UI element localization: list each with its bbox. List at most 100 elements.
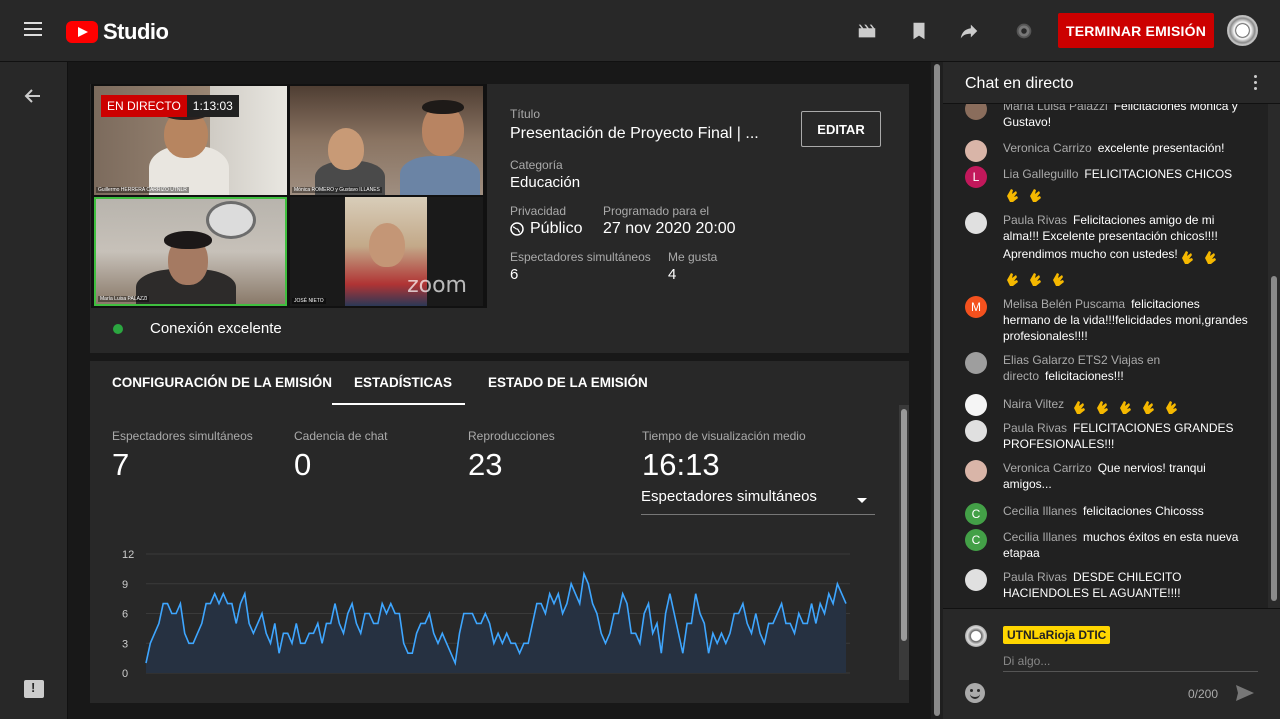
chat-message[interactable]: Veronica Carrizo excelente presentación! <box>965 140 1250 162</box>
wall-clock <box>206 201 256 239</box>
clapping-hands-icon <box>1007 189 1018 202</box>
chat-author[interactable]: Veronica Carrizo <box>1003 141 1092 155</box>
participant-face <box>369 223 405 267</box>
viewers-chart: 12 9 6 3 0 <box>122 549 850 680</box>
privacy-value: Público <box>530 220 583 237</box>
chat-message[interactable]: Veronica Carrizo Que nervios! tranqui ami… <box>965 460 1250 492</box>
chat-author[interactable]: Cecilia Illanes <box>1003 504 1077 518</box>
clapping-hands-icon <box>1097 401 1109 414</box>
chat-message[interactable]: L Lia Galleguillo FELICITACIONES CHICOS <box>965 166 1250 204</box>
chat-author[interactable]: Lia Galleguillo <box>1003 167 1078 181</box>
active-tab-indicator <box>332 403 465 405</box>
chat-author[interactable]: Paula Rivas <box>1003 570 1067 584</box>
participant-hair <box>422 100 464 114</box>
clapping-hands-icon <box>1120 401 1132 414</box>
metric-select[interactable]: Espectadores simultáneos <box>641 488 875 515</box>
more-vert-icon[interactable] <box>1254 75 1258 91</box>
emoji-icon[interactable] <box>965 683 985 703</box>
chat-text: felicitaciones Chicosss <box>1083 504 1204 518</box>
chat-avatar[interactable] <box>965 460 987 482</box>
studio-logo[interactable]: Studio <box>66 19 169 45</box>
live-badge: EN DIRECTO 1:13:03 <box>101 95 239 117</box>
stats-scrollbar[interactable] <box>899 405 909 680</box>
chat-message[interactable]: Paula Rivas DESDE CHILECITO HACIENDOLES E… <box>965 569 1250 601</box>
chat-title: Chat en directo <box>965 75 1074 92</box>
chat-avatar[interactable] <box>965 569 987 591</box>
send-icon[interactable] <box>1235 684 1255 702</box>
stream-title: Presentación de Proyecto Final | ... <box>510 125 759 142</box>
chat-avatar[interactable]: L <box>965 166 987 188</box>
chat-message[interactable]: C Cecilia Illanes felicitaciones Chicosss <box>965 503 1250 525</box>
tab-statistics[interactable]: ESTADÍSTICAS <box>354 375 452 390</box>
chat-author[interactable]: Naira Viltez <box>1003 397 1064 411</box>
share-icon[interactable] <box>958 20 980 42</box>
tile-name: Mónica ROMERO y Gustavo ILLANES <box>292 187 382 193</box>
scheduled-value: 27 nov 2020 20:00 <box>603 220 736 237</box>
stat-label: Cadencia de chat <box>294 429 388 443</box>
menu-icon[interactable] <box>24 22 42 36</box>
scrollbar-thumb[interactable] <box>1271 276 1277 601</box>
title-label: Título <box>510 107 541 121</box>
likes-value: 4 <box>668 266 677 283</box>
chat-message[interactable]: Paula Rivas Felicitaciones amigo de mi al… <box>965 212 1250 288</box>
viewers-value: 6 <box>510 266 519 283</box>
chat-message-content: Cecilia Illanes felicitaciones Chicosss <box>1003 503 1250 519</box>
stat-views: Reproducciones 23 <box>468 429 555 483</box>
clapping-hands-icon <box>1143 401 1155 414</box>
scrollbar-thumb[interactable] <box>901 409 907 641</box>
chat-avatar[interactable]: C <box>965 503 987 525</box>
chat-message-content: Veronica Carrizo excelente presentación! <box>1003 140 1250 156</box>
chat-author[interactable]: Melisa Belén Puscama <box>1003 297 1125 311</box>
feedback-icon[interactable] <box>24 680 44 698</box>
chat-input-area: UTNLaRioja DTIC 0/200 <box>943 608 1280 719</box>
chat-avatar[interactable]: M <box>965 296 987 318</box>
end-stream-button[interactable]: TERMINAR EMISIÓN <box>1058 13 1214 48</box>
chat-avatar[interactable] <box>965 420 987 442</box>
chat-author[interactable]: María Luisa Palazzi <box>1003 104 1108 113</box>
chat-message[interactable]: C Cecilia Illanes muchos éxitos en esta nu… <box>965 529 1250 561</box>
chat-message-content: Melisa Belén Puscama felicitaciones herma… <box>1003 296 1250 344</box>
page-scrollbar[interactable] <box>931 62 943 719</box>
chat-avatar[interactable] <box>965 212 987 234</box>
stat-label: Espectadores simultáneos <box>112 429 253 443</box>
chat-avatar[interactable] <box>965 140 987 162</box>
clapperboard-icon[interactable] <box>856 20 878 42</box>
chat-message-content: María Luisa Palazzi Felicitaciones Mónica… <box>1003 104 1250 130</box>
chevron-down-icon <box>857 498 867 503</box>
clapping-hands-icon <box>1204 251 1216 264</box>
tab-settings[interactable]: CONFIGURACIÓN DE LA EMISIÓN <box>112 375 332 390</box>
video-tile: zoom JOSÉ NIETO <box>290 197 483 306</box>
chat-message[interactable]: Paula Rivas FELICITACIONES GRANDES PROFES… <box>965 420 1250 452</box>
tile-name: Guillermo HERRERA CARRIZO UTNLR <box>96 187 189 193</box>
chat-avatar[interactable] <box>965 394 987 416</box>
my-avatar <box>965 625 987 647</box>
chat-message[interactable]: Naira Viltez <box>965 394 1250 416</box>
chat-author[interactable]: Cecilia Illanes <box>1003 530 1077 544</box>
account-avatar[interactable] <box>1227 15 1258 46</box>
bookmark-icon[interactable] <box>908 20 930 42</box>
chat-message[interactable]: María Luisa Palazzi Felicitaciones Mónica… <box>965 104 1250 130</box>
gear-icon[interactable] <box>1013 20 1035 42</box>
chat-message-input[interactable] <box>1003 650 1258 672</box>
chat-avatar[interactable] <box>965 104 987 120</box>
back-arrow-icon[interactable] <box>23 86 43 106</box>
tab-status[interactable]: ESTADO DE LA EMISIÓN <box>488 375 648 390</box>
chat-header: Chat en directo <box>943 62 1280 104</box>
likes-label: Me gusta <box>668 250 718 264</box>
chat-message[interactable]: M Melisa Belén Puscama felicitaciones herm… <box>965 296 1250 344</box>
chat-text: excelente presentación! <box>1097 141 1225 155</box>
chat-scrollbar[interactable] <box>1268 104 1280 608</box>
chat-author[interactable]: Veronica Carrizo <box>1003 461 1092 475</box>
video-tile: Mónica ROMERO y Gustavo ILLANES <box>290 86 483 195</box>
y-tick-label: 6 <box>122 609 128 621</box>
chat-message[interactable]: Elias Galarzo ETS2 Viajas en directo feli… <box>965 352 1250 384</box>
scrollbar-thumb[interactable] <box>934 64 940 716</box>
chat-avatar[interactable] <box>965 352 987 374</box>
y-tick-label: 3 <box>122 638 128 650</box>
chat-author[interactable]: Paula Rivas <box>1003 421 1067 435</box>
status-dot-icon <box>113 323 123 334</box>
chat-avatar[interactable]: C <box>965 529 987 551</box>
chat-message-content: Paula Rivas FELICITACIONES GRANDES PROFES… <box>1003 420 1250 452</box>
edit-button[interactable]: EDITAR <box>801 111 881 147</box>
chat-author[interactable]: Paula Rivas <box>1003 213 1067 227</box>
